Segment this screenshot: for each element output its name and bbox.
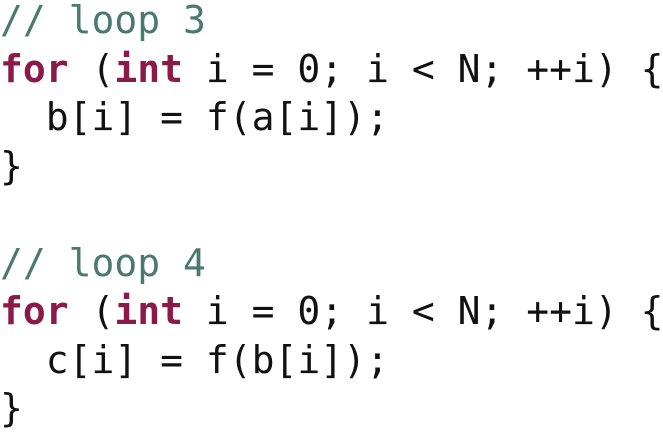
code-line-body-2: c[i] = f(b[i]); [0,336,663,385]
closing-brace: } [0,143,23,188]
code-line-comment-loop-3: // loop 3 [0,0,663,45]
paren-open: ( [68,289,115,333]
keyword-int: int [114,289,184,333]
code-line-comment-loop-4: // loop 4 [0,239,663,288]
comment-loop-3: // loop 3 [0,0,206,42]
code-block: // loop 3 for (int i = 0; i < N; ++i) { b… [0,0,663,433]
paren-open: ( [68,46,115,91]
for-header-rest: i = 0; i < N; ++i) { [183,46,663,91]
for-header-rest: i = 0; i < N; ++i) { [183,289,663,333]
keyword-for: for [0,46,69,91]
loop-body-statement: c[i] = f(b[i]); [0,337,389,382]
loop-body-statement: b[i] = f(a[i]); [0,95,389,139]
code-line-close-1: } [0,142,663,191]
comment-loop-4: // loop 4 [0,240,206,285]
keyword-int: int [114,46,184,91]
code-line-for-header-2: for (int i = 0; i < N; ++i) { [0,287,663,336]
code-line-body-1: b[i] = f(a[i]); [0,93,663,142]
closing-brace: } [0,386,23,430]
keyword-for: for [0,289,69,333]
code-line-close-2: } [0,384,663,433]
code-line-for-header-1: for (int i = 0; i < N; ++i) { [0,45,663,94]
